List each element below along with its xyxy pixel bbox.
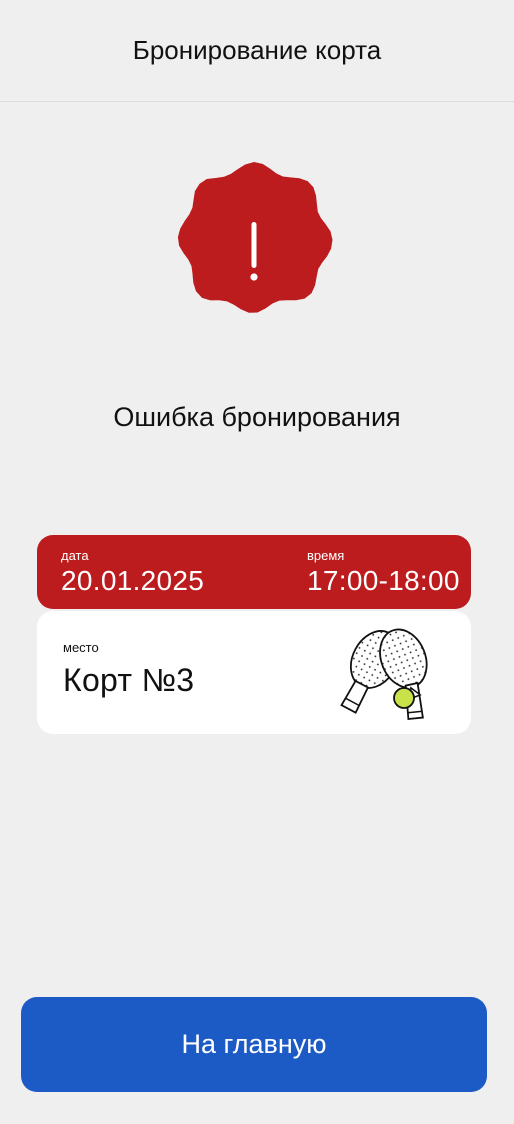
time-label: время (307, 548, 345, 563)
place-label: место (63, 640, 99, 655)
time-value: 17:00-18:00 (307, 565, 460, 596)
date-value: 20.01.2025 (61, 565, 205, 596)
error-badge-icon (177, 162, 333, 313)
error-message: Ошибка бронирования (113, 402, 401, 432)
padel-racket-icon (340, 628, 428, 721)
home-button-label: На главную (181, 1029, 327, 1059)
date-label: дата (61, 548, 89, 563)
booking-datetime-card: дата 20.01.2025 время 17:00-18:00 (37, 535, 471, 609)
page-title: Бронирование корта (132, 35, 382, 65)
booking-place-card: место Корт №3 (37, 611, 471, 734)
home-button[interactable]: На главную (21, 997, 487, 1092)
app-header: Бронирование корта (0, 0, 514, 102)
place-value: Корт №3 (63, 662, 195, 698)
